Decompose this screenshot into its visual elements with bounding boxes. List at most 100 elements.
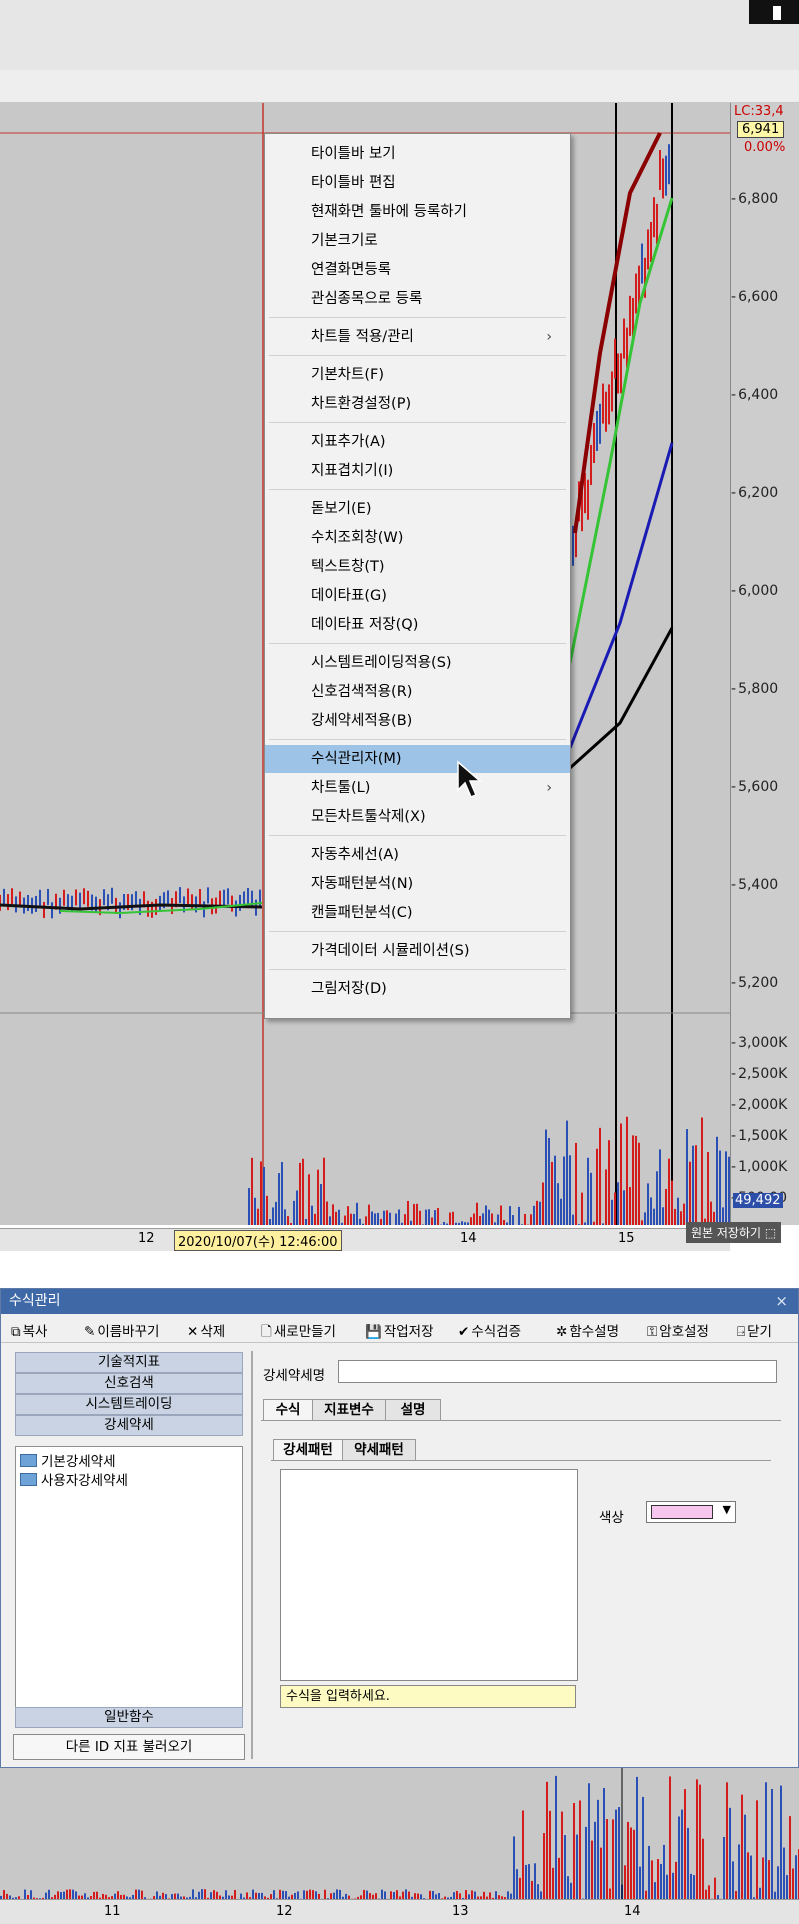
mouse-cursor-icon (456, 760, 484, 802)
menu-item-label: 관심종목으로 등록 (311, 285, 422, 313)
menu-item-19[interactable]: 수식관리자(M) (265, 745, 570, 773)
menu-item-11[interactable]: 돋보기(E) (265, 495, 570, 523)
menu-separator (269, 422, 566, 423)
toolbar-button-save[interactable]: 💾작업저장 (365, 1320, 434, 1340)
menu-separator (269, 317, 566, 318)
menu-item-label: 돋보기(E) (311, 495, 372, 523)
category-system-trading[interactable]: 시스템트레이딩 (15, 1394, 243, 1415)
volume-chart-canvas (0, 1768, 799, 1899)
tab-formula[interactable]: 수식 (263, 1399, 313, 1421)
menu-item-17[interactable]: 신호검색적용(R) (265, 678, 570, 706)
menu-item-7[interactable]: 기본차트(F) (265, 361, 570, 389)
menu-item-13[interactable]: 텍스트창(T) (265, 553, 570, 581)
date-tick: 14 (624, 1904, 641, 1919)
menu-item-21[interactable]: 모든차트툴삭제(X) (265, 803, 570, 831)
menu-item-26[interactable]: 그림저장(D) (265, 975, 570, 1003)
price-tick: 5,400 (731, 877, 778, 893)
volume-chart-bottom[interactable] (0, 1768, 799, 1899)
menu-item-15[interactable]: 데이타표 저장(Q) (265, 611, 570, 639)
menu-item-12[interactable]: 수치조회창(W) (265, 524, 570, 552)
toolbar-button-label: 작업저장 (384, 1324, 434, 1340)
toolbar-button-function-help[interactable]: ✲함수설명 (556, 1320, 619, 1340)
formula-tree[interactable]: 기본강세약세 사용자강세약세 (15, 1446, 243, 1720)
menu-item-label: 지표추가(A) (311, 428, 386, 456)
menu-item-9[interactable]: 지표추가(A) (265, 428, 570, 456)
save-original-tooltip[interactable]: 원본 저장하기 ⬚ (686, 1222, 781, 1243)
category-general-functions[interactable]: 일반함수 (15, 1707, 243, 1728)
toolbar-button-new-file[interactable]: 🗋새로만들기 (261, 1320, 336, 1345)
chart-toolbar-strip (0, 70, 799, 103)
price-tick: 6,200 (731, 485, 778, 501)
menu-item-18[interactable]: 강세약세적용(B) (265, 707, 570, 735)
menu-item-20[interactable]: 차트툴(L)› (265, 774, 570, 802)
close-icon[interactable]: × (775, 1289, 788, 1314)
copy-icon: ⧉ (11, 1324, 21, 1340)
chevron-down-icon[interactable]: ▼ (723, 1503, 731, 1516)
tree-item-user[interactable]: 사용자강세약세 (20, 1469, 128, 1489)
color-picker[interactable]: ▼ (646, 1501, 736, 1523)
subtab-bull-pattern[interactable]: 강세패턴 (273, 1439, 343, 1461)
formula-editor[interactable] (280, 1469, 578, 1681)
category-signal-search[interactable]: 신호검색 (15, 1373, 243, 1394)
menu-item-3[interactable]: 기본크기로 (265, 227, 570, 255)
price-axis: 6,8006,6006,4006,2006,0005,8005,6005,400… (730, 103, 799, 1225)
menu-item-label: 텍스트창(T) (311, 553, 385, 581)
category-technical[interactable]: 기술적지표 (15, 1352, 243, 1373)
gap (0, 1252, 799, 1288)
date-tick: 15 (618, 1231, 635, 1246)
menu-separator (269, 355, 566, 356)
tab-variables[interactable]: 지표변수 (312, 1399, 386, 1421)
menu-item-6[interactable]: 차트틀 적용/관리› (265, 323, 570, 351)
formula-hint-text: 수식을 입력하세요. (286, 1689, 390, 1704)
menu-item-25[interactable]: 가격데이터 시뮬레이션(S) (265, 937, 570, 965)
toolbar-button-check[interactable]: ✔수식검증 (458, 1320, 521, 1340)
toolbar-button-copy[interactable]: ⧉복사 (11, 1320, 47, 1340)
tree-item-basic[interactable]: 기본강세약세 (20, 1450, 116, 1470)
tree-item-label: 사용자강세약세 (41, 1473, 128, 1489)
toolbar-button-label: 함수설명 (569, 1324, 619, 1340)
menu-separator (269, 489, 566, 490)
menu-item-8[interactable]: 차트환경설정(P) (265, 390, 570, 418)
crosshair-date-tag: 2020/10/07(수) 12:46:00 (174, 1230, 342, 1251)
toolbar-button-exit[interactable]: ⍈닫기 (737, 1320, 772, 1340)
toolbar-button-delete[interactable]: ✕삭제 (187, 1320, 225, 1340)
menu-item-22[interactable]: 자동추세선(A) (265, 841, 570, 869)
window-corner-icon[interactable] (749, 0, 799, 24)
color-swatch (651, 1505, 713, 1519)
menu-item-16[interactable]: 시스템트레이딩적용(S) (265, 649, 570, 677)
lc-label: LC:33,4 (734, 104, 784, 119)
menu-item-14[interactable]: 데이타표(G) (265, 582, 570, 610)
category-strength[interactable]: 강세약세 (15, 1415, 243, 1436)
tab-description[interactable]: 설명 (385, 1399, 441, 1421)
menu-item-10[interactable]: 지표겹치기(I) (265, 457, 570, 485)
toolbar-button-key[interactable]: ⚿암호설정 (647, 1320, 709, 1340)
menu-item-1[interactable]: 타이틀바 편집 (265, 169, 570, 197)
toolbar-button-label: 새로만들기 (274, 1324, 336, 1340)
menu-item-label: 시스템트레이딩적용(S) (311, 649, 452, 677)
dialog-title-bar[interactable]: 수식관리 × (1, 1289, 798, 1314)
chevron-right-icon: › (546, 323, 552, 351)
volume-badge: 49,492 (733, 1193, 783, 1208)
toolbar-button-rename[interactable]: ✎이름바꾸기 (84, 1320, 159, 1340)
menu-item-label: 데이타표 저장(Q) (311, 611, 418, 639)
rename-icon: ✎ (84, 1324, 95, 1340)
menu-item-5[interactable]: 관심종목으로 등록 (265, 285, 570, 313)
subtab-bear-pattern[interactable]: 약세패턴 (342, 1439, 416, 1461)
menu-item-24[interactable]: 캔들패턴분석(C) (265, 899, 570, 927)
menu-item-2[interactable]: 현재화면 툴바에 등록하기 (265, 198, 570, 226)
menu-item-0[interactable]: 타이틀바 보기 (265, 140, 570, 168)
menu-item-label: 가격데이터 시뮬레이션(S) (311, 937, 470, 965)
menu-item-23[interactable]: 자동패턴분석(N) (265, 870, 570, 898)
menu-item-label: 기본차트(F) (311, 361, 384, 389)
name-label: 강세약세명 (263, 1364, 325, 1384)
menu-item-label: 강세약세적용(B) (311, 707, 412, 735)
exit-icon: ⍈ (737, 1324, 745, 1340)
pane-divider[interactable] (251, 1351, 253, 1759)
toolbar-button-label: 암호설정 (659, 1324, 709, 1340)
date-tick: 13 (452, 1904, 469, 1919)
menu-item-4[interactable]: 연결화면등록 (265, 256, 570, 284)
name-input[interactable] (338, 1360, 777, 1383)
percent-label: 0.00% (744, 140, 785, 155)
import-other-id-button[interactable]: 다른 ID 지표 불러오기 (13, 1734, 245, 1760)
volume-tick: 2,500K (731, 1066, 787, 1082)
